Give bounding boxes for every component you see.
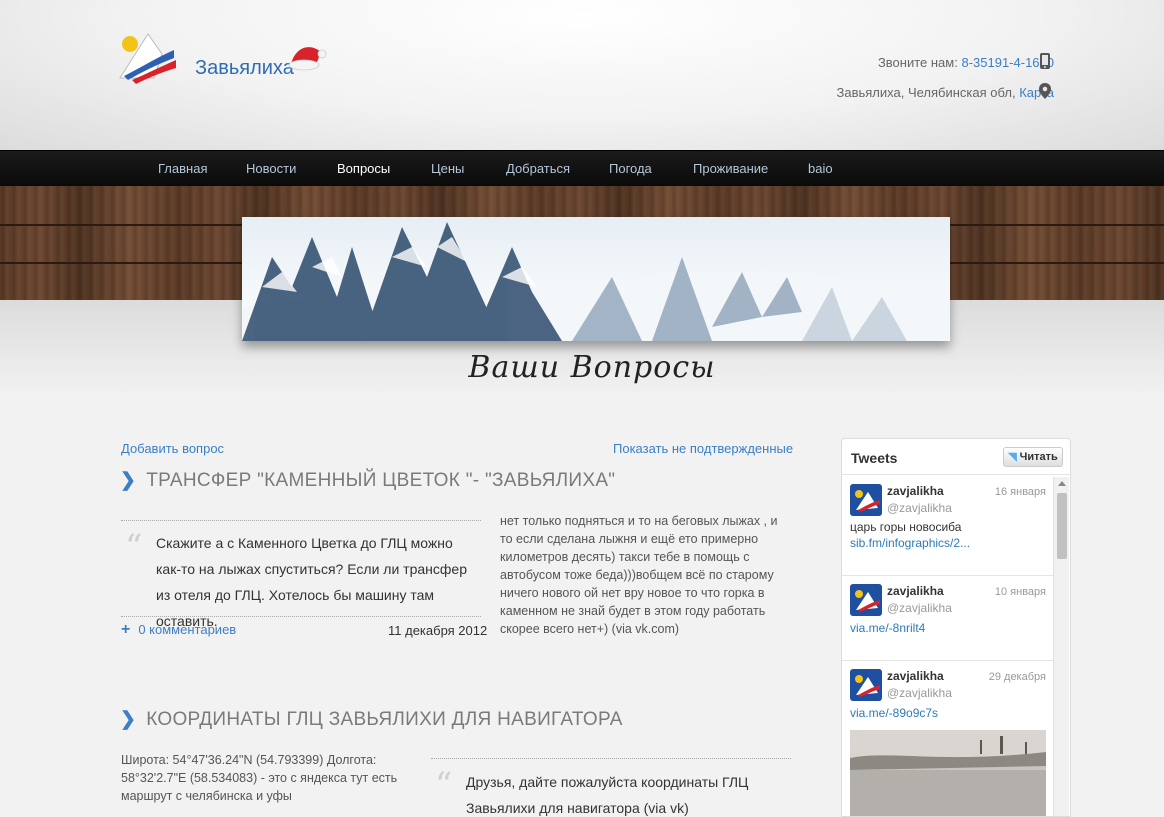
nav-item-home[interactable]: Главная: [158, 161, 207, 176]
tweet[interactable]: zavjalikha @zavjalikha 16 января царь го…: [842, 476, 1054, 576]
avatar[interactable]: [850, 669, 882, 701]
santa-hat-icon: [288, 47, 327, 71]
tweet-time[interactable]: 29 декабря: [989, 671, 1046, 683]
answer-text: Широта: 54°47'36.24"N (54.793399) Долгот…: [121, 753, 398, 803]
quote-icon: “: [125, 527, 143, 567]
question-date: 11 декабря 2012: [388, 623, 488, 638]
nav-item-baio[interactable]: baio: [808, 161, 833, 176]
contact-phone: Звоните нам: 8-35191-4-1650: [878, 55, 1054, 70]
phone-label: Звоните нам:: [877, 55, 958, 70]
mobile-phone-icon: [1040, 53, 1050, 69]
question-title[interactable]: ❯ ТРАНСФЕР "КАМЕННЫЙ ЦВЕТОК "- "ЗАВЬЯЛИХА…: [120, 469, 615, 492]
tweet-time[interactable]: 16 января: [995, 486, 1046, 498]
twitter-header: Tweets ◥ Читать: [842, 439, 1070, 475]
twitter-bird-icon: ◥: [1008, 451, 1017, 463]
contact-address: Завьялиха, Челябинская обл, Карта: [837, 85, 1055, 100]
nav-item-accommodation[interactable]: Проживание: [693, 161, 768, 176]
tweet-link[interactable]: sib.fm/infographics/2...: [850, 536, 970, 550]
divider: [121, 616, 481, 617]
site-header: Завьялиха Звоните нам: 8-35191-4-1650 За…: [0, 0, 1164, 150]
chevron-right-icon: ❯: [120, 709, 137, 730]
tweet-time[interactable]: 10 января: [995, 586, 1046, 598]
question-text: Скажите а с Каменного Цветка до ГЛЦ можн…: [156, 535, 467, 629]
scroll-up-icon[interactable]: [1058, 481, 1066, 486]
nav-item-questions[interactable]: Вопросы: [337, 161, 390, 176]
comments-link[interactable]: +0 комментариев: [121, 621, 236, 639]
nav-item-prices[interactable]: Цены: [431, 161, 464, 176]
add-question-link[interactable]: Добавить вопрос: [121, 441, 224, 456]
scrollbar-thumb[interactable]: [1057, 493, 1067, 559]
page-title: Ваши Вопросы: [468, 350, 716, 385]
comments-count: 0 комментариев: [138, 622, 237, 637]
quote-icon: “: [435, 765, 453, 805]
tweet-photo[interactable]: [850, 730, 1046, 816]
winter-banner-image: [242, 217, 950, 341]
tweet-author-handle[interactable]: @zavjalikha: [887, 601, 952, 615]
main-nav: Главная Новости Вопросы Цены Добраться П…: [0, 150, 1164, 186]
tweet-author-handle[interactable]: @zavjalikha: [887, 686, 952, 700]
follow-label: Читать: [1019, 451, 1058, 463]
question-title-text: ТРАНСФЕР "КАМЕННЫЙ ЦВЕТОК "- "ЗАВЬЯЛИХА": [146, 470, 616, 491]
tweet-link[interactable]: via.me/-89o9c7s: [850, 706, 938, 720]
chevron-right-icon: ❯: [120, 470, 137, 491]
tweet-author-handle[interactable]: @zavjalikha: [887, 501, 952, 515]
nav-item-weather[interactable]: Погода: [609, 161, 652, 176]
tweet[interactable]: zavjalikha @zavjalikha 10 января via.me/…: [842, 576, 1054, 661]
site-name[interactable]: Завьялиха: [195, 57, 294, 80]
follow-button[interactable]: ◥ Читать: [1003, 447, 1063, 467]
divider: [431, 758, 791, 759]
tweet-author-name[interactable]: zavjalikha: [887, 484, 944, 498]
avatar[interactable]: [850, 584, 882, 616]
answer-text: нет только подняться и то на беговых лыж…: [500, 514, 778, 636]
question-text: Друзья, дайте пожалуйста координаты ГЛЦ …: [466, 774, 749, 816]
plus-icon: +: [121, 621, 131, 638]
tweet-link[interactable]: via.me/-8nrilt4: [850, 621, 925, 635]
site-logo[interactable]: [118, 28, 178, 84]
show-unconfirmed-link[interactable]: Показать не подтвержденные: [613, 441, 793, 456]
nav-item-news[interactable]: Новости: [246, 161, 296, 176]
tweet-author-name[interactable]: zavjalikha: [887, 669, 944, 683]
tweet-author-name[interactable]: zavjalikha: [887, 584, 944, 598]
map-pin-icon: [1039, 83, 1051, 99]
nav-item-directions[interactable]: Добраться: [506, 161, 570, 176]
twitter-title: Tweets: [851, 450, 898, 466]
question-title[interactable]: ❯ КООРДИНАТЫ ГЛЦ ЗАВЬЯЛИХИ ДЛЯ НАВИГАТОРА: [120, 708, 623, 731]
twitter-scrollbar[interactable]: [1053, 477, 1069, 816]
question-title-text: КООРДИНАТЫ ГЛЦ ЗАВЬЯЛИХИ ДЛЯ НАВИГАТОРА: [146, 709, 623, 730]
twitter-widget: Tweets ◥ Читать zavjalikha @zavjalikha 16…: [841, 438, 1071, 817]
tweet-text: царь горы новосиба: [850, 520, 962, 534]
divider: [121, 520, 481, 521]
avatar[interactable]: [850, 484, 882, 516]
address-text: Завьялиха, Челябинская обл,: [836, 85, 1016, 100]
